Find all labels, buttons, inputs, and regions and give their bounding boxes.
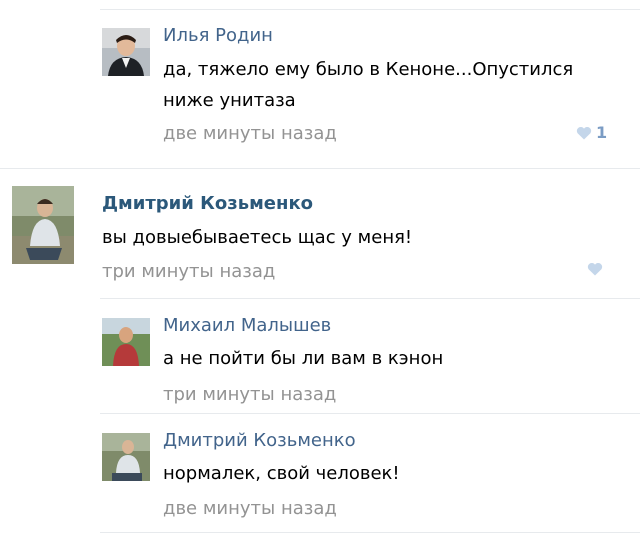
avatar[interactable]	[102, 28, 150, 76]
separator-bottom	[100, 532, 640, 533]
user-photo-outdoor-icon	[102, 433, 150, 481]
comment-text: вы довыебываетесь щас у меня!	[102, 227, 413, 248]
avatar[interactable]	[102, 433, 150, 481]
separator-top	[100, 9, 640, 10]
avatar[interactable]	[102, 318, 150, 366]
comment-text: а не пойти бы ли вам в кэнон	[163, 348, 444, 369]
user-photo-suit-icon	[102, 28, 150, 76]
heart-icon	[576, 126, 592, 140]
user-photo-outdoor-green-icon	[102, 318, 150, 366]
user-photo-outdoor-icon	[12, 186, 74, 264]
comment-timestamp[interactable]: три минуты назад	[163, 384, 336, 406]
comment-text-line-2: ниже унитаза	[163, 90, 296, 111]
separator	[100, 298, 640, 299]
comment-author[interactable]: Дмитрий Козьменко	[102, 193, 313, 215]
separator	[100, 413, 640, 414]
like-button[interactable]: 1	[576, 124, 607, 142]
avatar[interactable]	[12, 186, 74, 264]
heart-icon	[587, 262, 603, 276]
comment-text: нормалек, свой человек!	[163, 463, 400, 484]
comment-author[interactable]: Дмитрий Козьменко	[163, 430, 356, 452]
comment-author[interactable]: Михаил Малышев	[163, 315, 331, 337]
comment-timestamp[interactable]: две минуты назад	[163, 123, 337, 145]
like-button[interactable]	[587, 262, 603, 276]
comment-text-line-1: да, тяжело ему было в Кеноне...Опустился	[163, 59, 574, 80]
like-count: 1	[596, 123, 608, 142]
comment-timestamp[interactable]: три минуты назад	[102, 261, 275, 283]
comment-timestamp[interactable]: две минуты назад	[163, 498, 337, 520]
separator	[0, 168, 640, 169]
comment-author[interactable]: Илья Родин	[163, 25, 273, 47]
